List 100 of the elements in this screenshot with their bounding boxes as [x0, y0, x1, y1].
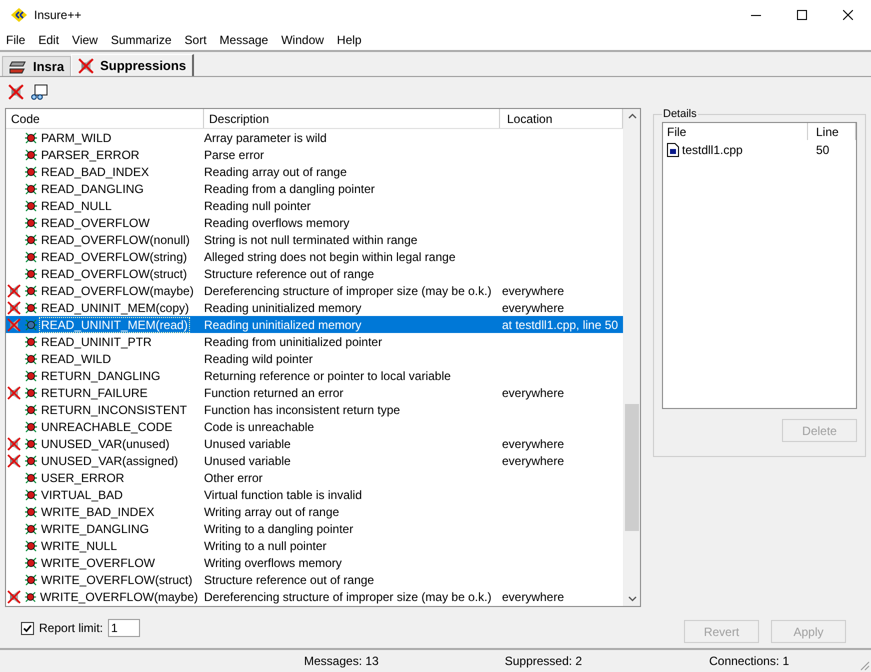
table-row[interactable]: READ_OVERFLOW(string) Alleged string does not begin within legal range: [6, 248, 623, 265]
table-row[interactable]: PARSER_ERROR Parse error: [6, 146, 623, 163]
table-cell: Writing overflows memory: [204, 556, 342, 570]
table-row[interactable]: READ_BAD_INDEX Reading array out of range: [6, 163, 623, 180]
table-row[interactable]: READ_UNINIT_MEM(copy) Reading uninitialized memory everywhere: [6, 299, 623, 316]
table-row[interactable]: WRITE_NULL Writing to a null pointer: [6, 537, 623, 554]
table-cell: everywhere: [502, 454, 564, 468]
table-row[interactable]: UNUSED_VAR(unused) Unused variable everywhere: [6, 435, 623, 452]
table-row[interactable]: READ_WILD Reading wild pointer: [6, 350, 623, 367]
maximize-icon[interactable]: [797, 10, 807, 20]
table-cell: WRITE_OVERFLOW: [40, 556, 156, 570]
table-cell: Other error: [204, 470, 263, 484]
report-limit-field[interactable]: 1: [108, 619, 140, 637]
bug-icon: [24, 334, 38, 348]
status-text: Suppressed: 2: [504, 654, 582, 668]
table-cell: WRITE_DANGLING: [40, 522, 150, 536]
menu-item[interactable]: Window: [281, 33, 324, 47]
table-cell: Unused variable: [204, 436, 291, 450]
table-row[interactable]: RETURN_INCONSISTENT Function has inconsistent return type: [6, 401, 623, 418]
bug-icon: [24, 300, 38, 314]
suppress-icon[interactable]: [8, 84, 24, 100]
table-cell: Unused variable: [204, 454, 291, 468]
table-cell: Alleged string does not begin within legal range: [204, 250, 456, 264]
report-limit-label: Report limit:: [39, 621, 104, 635]
menu-item[interactable]: View: [72, 33, 98, 47]
tab-label: Insra: [33, 59, 64, 74]
table-row[interactable]: USER_ERROR Other error: [6, 469, 623, 486]
table-row[interactable]: WRITE_OVERFLOW(struct) Structure reference out of range: [6, 571, 623, 588]
table-cell: READ_BAD_INDEX: [40, 164, 150, 178]
table-cell: Code is unreachable: [204, 420, 314, 434]
table-cell: Reading uninitialized memory: [204, 300, 362, 314]
suppressed-icon: [78, 58, 94, 74]
app-logo-icon: [10, 8, 28, 22]
table-row[interactable]: RETURN_DANGLING Returning reference or pointer to local variable: [6, 367, 623, 384]
table-row[interactable]: PARM_WILD Array parameter is wild: [6, 129, 623, 146]
table-row[interactable]: WRITE_BAD_INDEX Writing array out of range: [6, 503, 623, 520]
table-cell: at testdll1.cpp, line 50: [502, 318, 618, 332]
scrollbar-thumb[interactable]: [625, 404, 639, 532]
menu-item[interactable]: Message: [220, 33, 268, 47]
table-cell: Dereferencing structure of improper size (may be o.k.): [204, 284, 492, 298]
table-cell: Writing array out of range: [204, 504, 340, 518]
bug-icon: [24, 556, 38, 570]
checkbox[interactable]: [21, 622, 34, 634]
bug-icon: [24, 232, 38, 246]
table-cell: everywhere: [502, 436, 564, 450]
table-cell: Returning reference or pointer to local variable: [204, 368, 451, 382]
table-row[interactable]: UNUSED_VAR(assigned) Unused variable everywhere: [6, 452, 623, 469]
table-row[interactable]: READ_UNINIT_MEM(read) Reading uninitialized memory at testdll1.cpp, line 50: [6, 316, 623, 333]
bug-icon: [24, 454, 38, 468]
resize-grip-icon[interactable]: [858, 659, 870, 671]
table-row[interactable]: READ_NULL Reading null pointer: [6, 197, 623, 214]
table-row[interactable]: UNREACHABLE_CODE Code is unreachable: [6, 418, 623, 435]
table-cell: READ_UNINIT_MEM(copy): [40, 300, 190, 314]
bug-icon: [24, 266, 38, 280]
table-cell: Function has inconsistent return type: [204, 402, 400, 416]
table-cell: Virtual function table is invalid: [204, 488, 362, 502]
table-row[interactable]: READ_OVERFLOW(maybe) Dereferencing structure of improper size (may be o.k.) everywhere: [6, 282, 623, 299]
scrollbar[interactable]: [623, 109, 640, 606]
status-text: Messages: 13: [304, 654, 379, 668]
scroll-up-icon[interactable]: [628, 113, 636, 119]
table-row[interactable]: WRITE_OVERFLOW(maybe) Dereferencing structure of improper size (may be o.k.) everywhere: [6, 588, 623, 605]
table-row[interactable]: WRITE_DANGLING Writing to a dangling pointer: [6, 520, 623, 537]
tab[interactable]: Insra: [2, 56, 72, 76]
table-row[interactable]: READ_UNINIT_PTR Reading from uninitialized pointer: [6, 333, 623, 350]
table-cell: READ_OVERFLOW(string): [40, 250, 188, 264]
scroll-down-icon[interactable]: [628, 596, 636, 602]
menu-item[interactable]: File: [6, 33, 26, 47]
table-cell: PARSER_ERROR: [40, 148, 140, 162]
table-cell: everywhere: [502, 590, 564, 604]
tab[interactable]: Suppressions: [71, 54, 194, 76]
table-cell: WRITE_OVERFLOW(struct): [40, 572, 194, 586]
table-cell: VIRTUAL_BAD: [40, 488, 124, 502]
bug-icon: [24, 420, 38, 434]
table-row[interactable]: READ_DANGLING Reading from a dangling pointer: [6, 180, 623, 197]
menu-item[interactable]: Summarize: [110, 33, 172, 47]
glasses-icon[interactable]: [30, 84, 48, 100]
bug-icon: [24, 488, 38, 502]
table-row[interactable]: READ_OVERFLOW Reading overflows memory: [6, 214, 623, 231]
table-cell: RETURN_INCONSISTENT: [40, 402, 188, 416]
bug-icon: [24, 216, 38, 230]
table-row[interactable]: VIRTUAL_BAD Virtual function table is invalid: [6, 486, 623, 503]
table-row[interactable]: READ_OVERFLOW(nonull) String is not null terminated within range: [6, 231, 623, 248]
table-cell: READ_WILD: [40, 352, 112, 366]
table-cell: Reading overflows memory: [204, 216, 350, 230]
table-cell: String is not null terminated within range: [204, 232, 418, 246]
table-row[interactable]: READ_OVERFLOW(struct) Structure reference out of range: [6, 265, 623, 282]
table-cell: Dereferencing structure of improper size (may be o.k.): [204, 590, 492, 604]
table-cell: UNUSED_VAR(unused): [40, 436, 170, 450]
details-title: Details: [662, 108, 698, 120]
bug-icon: [24, 164, 38, 178]
table-cell: Reading null pointer: [204, 198, 311, 212]
close-icon[interactable]: [843, 10, 853, 20]
menu-item[interactable]: Help: [336, 33, 362, 47]
table-row[interactable]: WRITE_OVERFLOW Writing overflows memory: [6, 554, 623, 571]
table-cell: RETURN_DANGLING: [40, 368, 162, 382]
menu-item[interactable]: Sort: [184, 33, 207, 47]
menu-item[interactable]: Edit: [38, 33, 60, 47]
bug-icon: [24, 148, 38, 162]
table-row[interactable]: RETURN_FAILURE Function returned an error everywhere: [6, 384, 623, 401]
table-cell: PARM_WILD: [40, 130, 112, 144]
